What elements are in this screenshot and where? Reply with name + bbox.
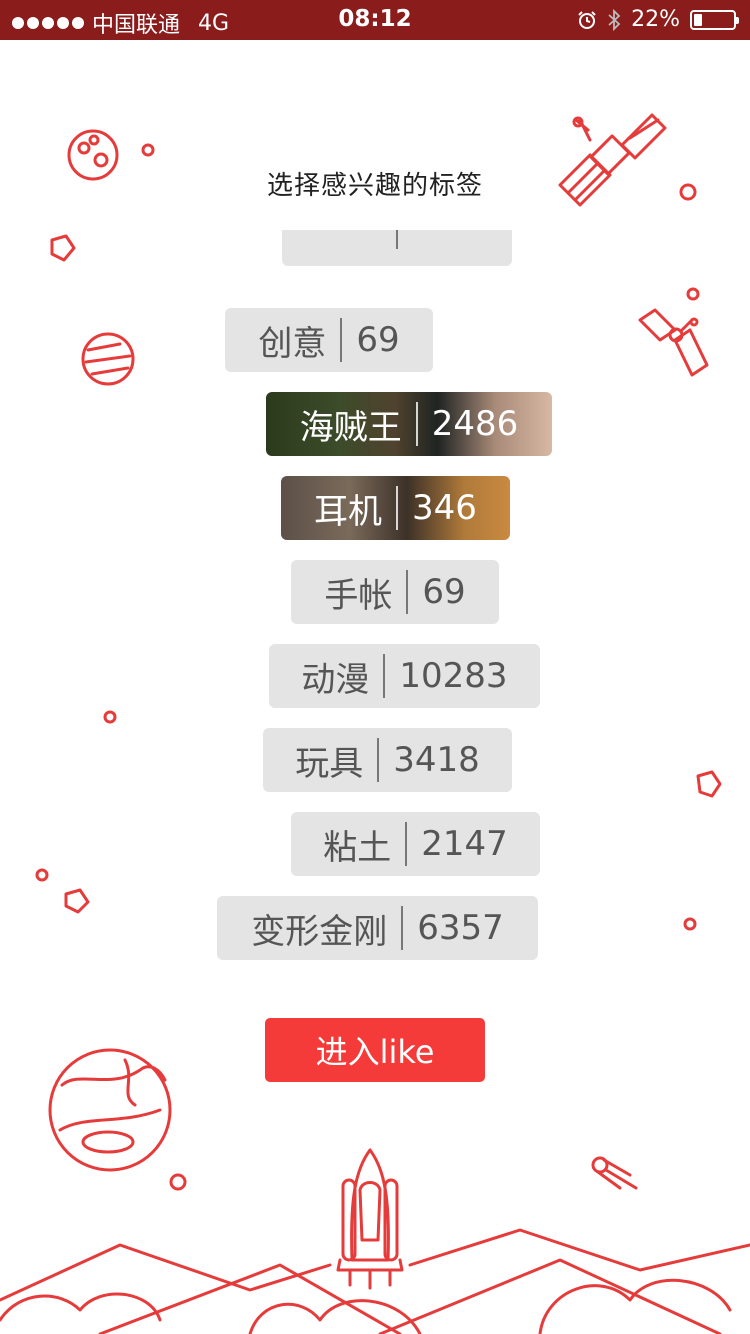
tag-item-image[interactable]: 海贼王 2486 [266, 392, 552, 456]
tag-count: 2486 [431, 404, 519, 444]
tag-count: 6357 [417, 908, 504, 948]
mountains-clouds [0, 1228, 750, 1334]
status-right: 22% [577, 7, 739, 32]
star-dot [141, 143, 155, 157]
tag-divider [340, 318, 343, 362]
tag-divider [415, 402, 418, 446]
battery-icon [690, 9, 739, 30]
tag-divider [383, 654, 386, 698]
planet-icon [48, 1048, 172, 1172]
tag-divider [396, 486, 399, 530]
tag-count: 69 [356, 320, 400, 360]
tag-label: 创意 [258, 323, 327, 364]
enter-like-button[interactable]: 进入like [265, 1018, 485, 1082]
tag-item[interactable]: 变形金刚 6357 [217, 896, 538, 960]
battery-percent: 22% [631, 7, 680, 32]
tag-item[interactable]: 玩具 3418 [263, 728, 512, 792]
tag-divider [377, 738, 380, 782]
tag-divider [406, 570, 409, 614]
tag-item[interactable]: 粘土 2147 [291, 812, 540, 876]
tag-label: 海贼王 [299, 407, 402, 448]
tag-item[interactable]: 创意 69 [225, 308, 433, 372]
tag-label: 粘土 [323, 827, 392, 868]
tag-count: 3418 [393, 740, 480, 780]
star-dot [169, 1173, 187, 1191]
tag-item-image[interactable]: 耳机 346 [281, 476, 510, 540]
tag-count: 69 [422, 572, 466, 612]
tag-count: 346 [412, 488, 477, 528]
page-title: 选择感兴趣的标签 [266, 171, 483, 201]
tag-label: 耳机 [314, 491, 383, 532]
tag-label: 玩具 [295, 743, 364, 784]
tag-partial-hidden[interactable] [282, 230, 512, 266]
status-bar: 中国联通 4G 08:12 22% [0, 0, 750, 40]
alarm-icon [578, 10, 596, 29]
tag-item[interactable]: 动漫 10283 [269, 644, 540, 708]
tag-divider [405, 822, 408, 866]
tag-count: 10283 [399, 656, 508, 696]
tag-item[interactable]: 手帐 69 [291, 560, 499, 624]
tag-count: 2147 [421, 824, 508, 864]
rocket-icon [336, 1148, 404, 1290]
comet-icon [591, 1156, 638, 1190]
tag-divider [401, 906, 404, 950]
tag-list[interactable]: 创意 69 海贼王 2486 耳机 346 手帐 69 动漫 10283 玩具 … [0, 230, 750, 980]
tag-label: 动漫 [301, 659, 370, 700]
bluetooth-icon [608, 8, 621, 31]
tag-label: 变形金刚 [251, 911, 388, 952]
tag-label: 手帐 [324, 575, 393, 616]
